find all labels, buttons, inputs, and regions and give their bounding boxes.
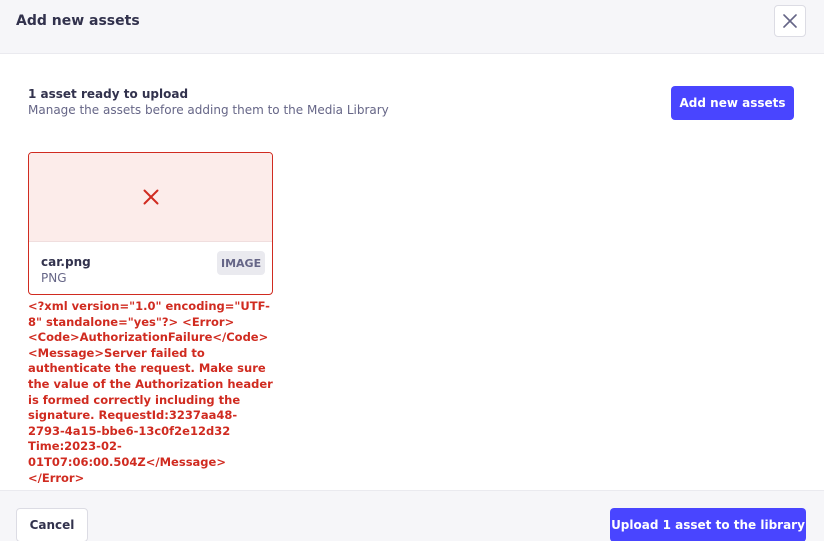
add-assets-modal: Add new assets 1 asset ready to upload M… [0,0,824,541]
asset-card[interactable]: car.png PNG IMAGE [28,152,273,295]
modal-title: Add new assets [16,13,140,29]
asset-type-badge: IMAGE [217,251,266,275]
asset-preview [29,153,272,242]
modal-footer: Cancel Upload 1 asset to the library [0,490,824,541]
error-x-icon [143,189,158,205]
asset-name: car.png [41,255,91,269]
add-new-assets-button[interactable]: Add new assets [671,86,794,120]
assets-ready-title: 1 asset ready to upload [28,87,189,101]
asset-extension: PNG [41,271,67,285]
upload-error-message: <?xml version="1.0" encoding="UTF-8" sta… [28,299,273,485]
assets-ready-subtitle: Manage the assets before adding them to … [28,103,389,117]
close-icon [783,14,797,28]
upload-assets-button[interactable]: Upload 1 asset to the library [610,508,806,541]
cancel-button[interactable]: Cancel [16,508,88,541]
close-button[interactable] [774,5,806,37]
modal-header: Add new assets [0,0,824,54]
